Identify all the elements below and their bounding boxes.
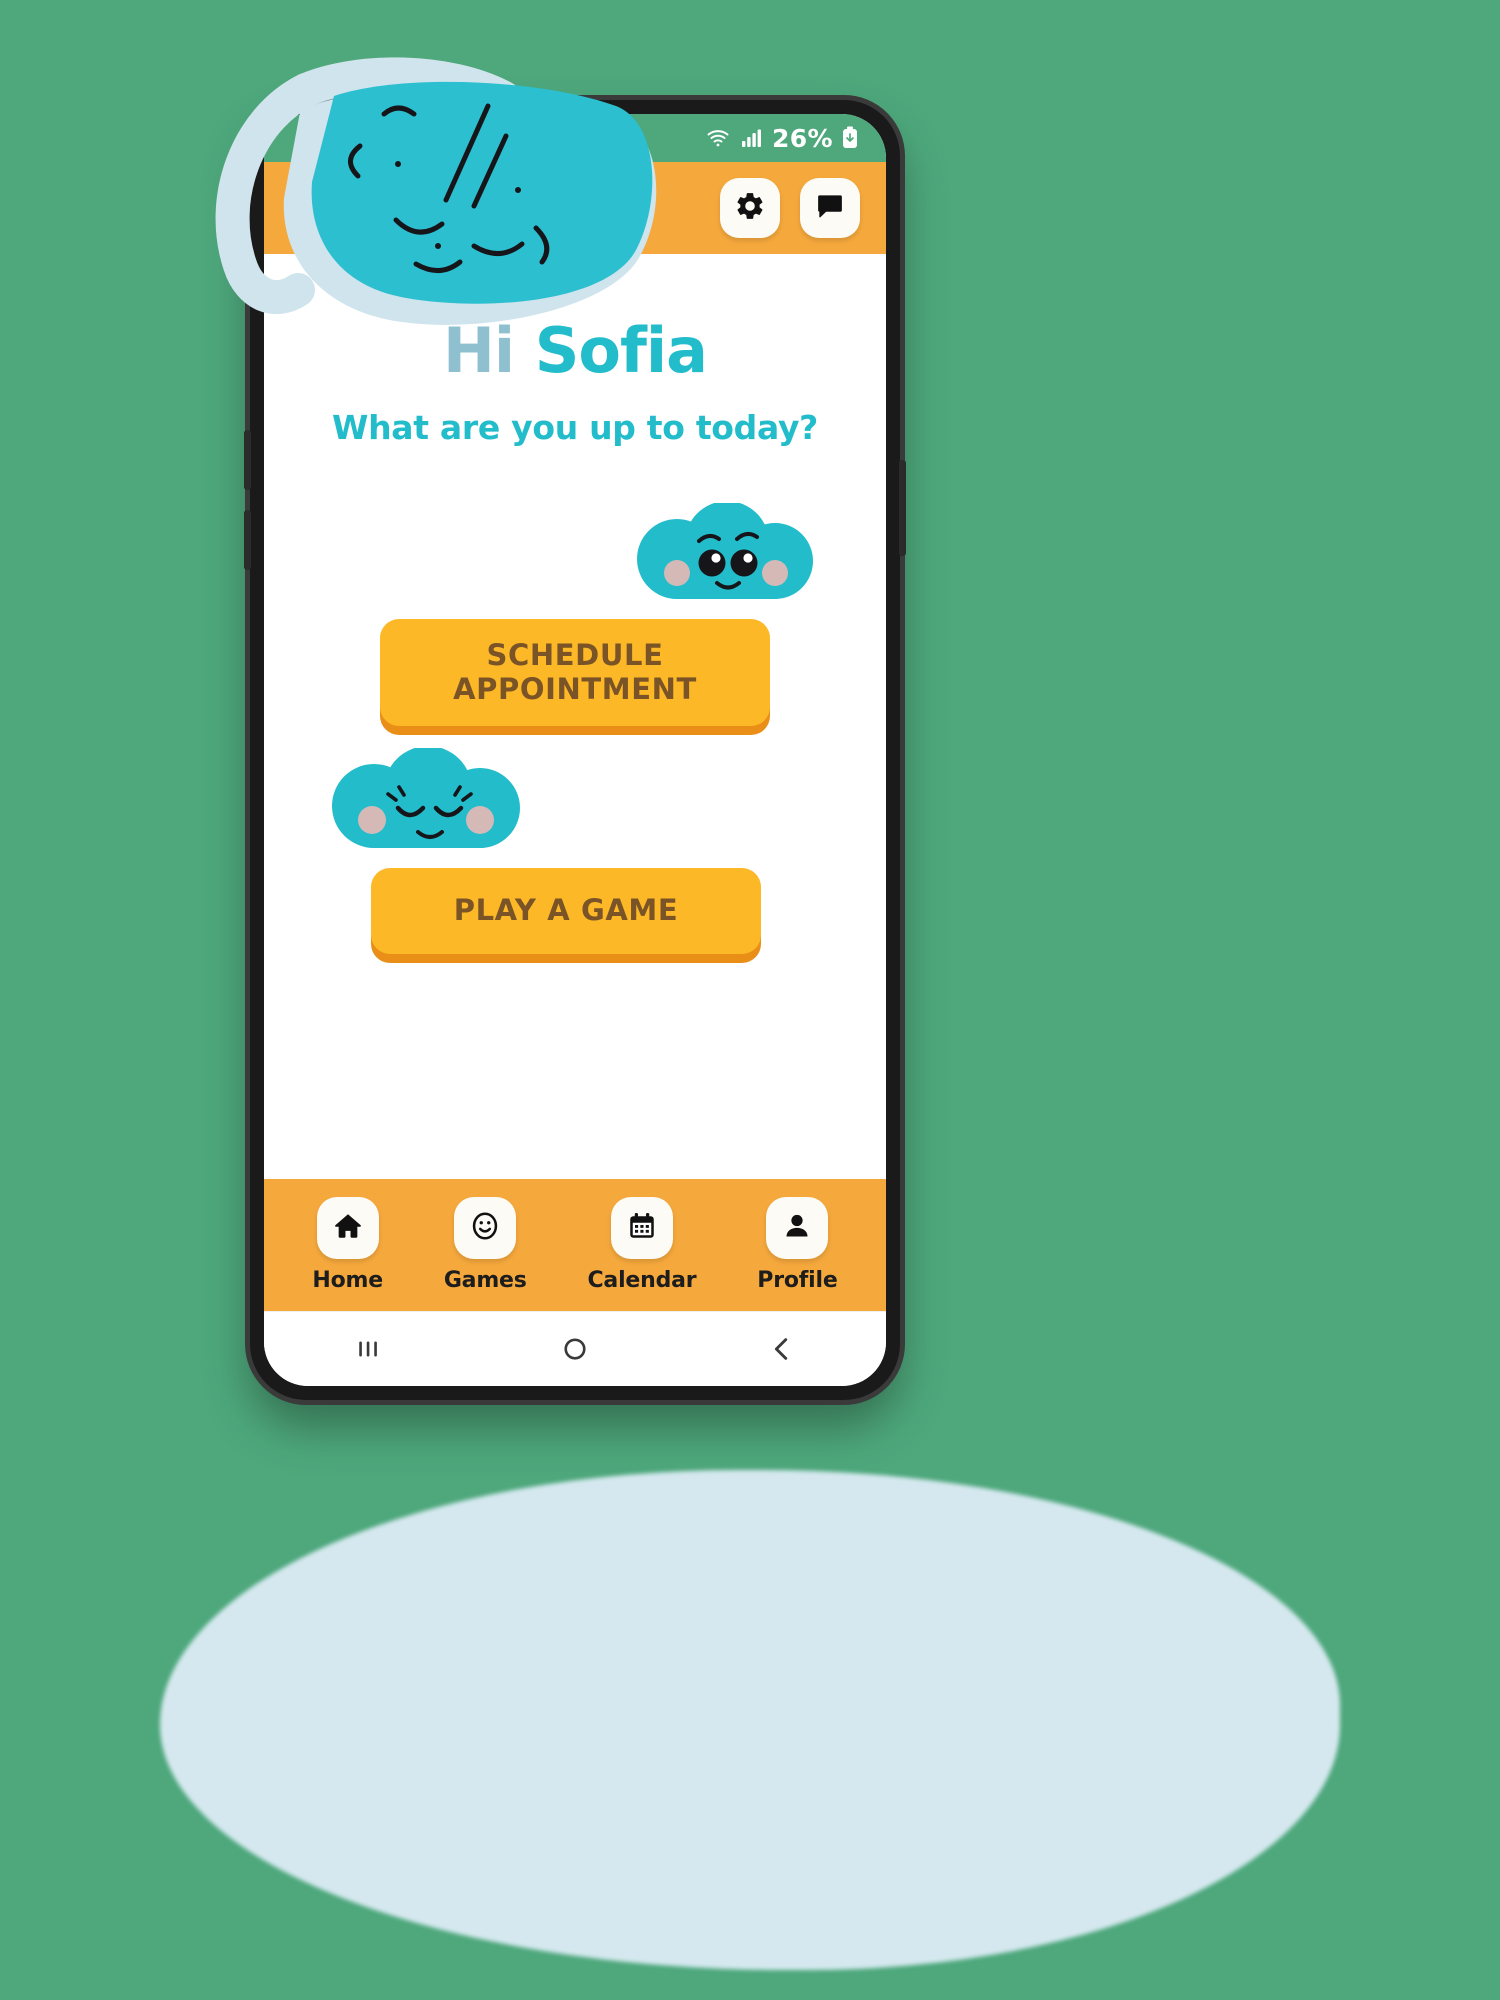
play-a-game-button[interactable]: PLAY A GAME bbox=[371, 868, 761, 954]
nav-item-games[interactable]: Games bbox=[444, 1197, 527, 1293]
settings-button[interactable] bbox=[720, 178, 780, 238]
nav-item-home[interactable]: Home bbox=[312, 1197, 383, 1293]
home-circle-icon[interactable] bbox=[560, 1334, 590, 1364]
home-content: Hi Sofia What are you up to today? SCHED… bbox=[264, 254, 886, 1179]
bottom-navigation: Home Games Calendar Profile bbox=[264, 1179, 886, 1311]
home-icon bbox=[332, 1210, 364, 1246]
wifi-icon bbox=[704, 126, 732, 150]
person-icon bbox=[782, 1211, 812, 1245]
phone-mockup: 26% Hi Sofia What are you up to today? S… bbox=[244, 100, 906, 1400]
volume-up-button[interactable] bbox=[244, 430, 251, 490]
smiley-icon bbox=[469, 1210, 501, 1246]
phone-shadow-blob bbox=[160, 1470, 1340, 1970]
cloud-mascot-awake-icon bbox=[615, 501, 833, 625]
greeting-prefix: Hi bbox=[442, 314, 515, 387]
play-game-section: PLAY A GAME bbox=[264, 746, 886, 954]
phone-screen: 26% Hi Sofia What are you up to today? S… bbox=[264, 114, 886, 1386]
nav-label-profile: Profile bbox=[757, 1268, 838, 1293]
nav-item-profile[interactable]: Profile bbox=[757, 1197, 838, 1293]
status-bar: 26% bbox=[264, 114, 886, 162]
recents-icon[interactable] bbox=[353, 1334, 383, 1364]
signal-icon bbox=[739, 126, 765, 150]
app-header bbox=[264, 162, 886, 254]
system-navigation-bar bbox=[264, 1311, 886, 1386]
greeting-name: Sofia bbox=[534, 314, 708, 387]
nav-label-home: Home bbox=[312, 1268, 383, 1293]
page-title: Hi Sofia bbox=[443, 320, 708, 382]
schedule-section: SCHEDULE APPOINTMENT bbox=[264, 501, 886, 727]
gear-icon bbox=[734, 190, 766, 226]
nav-label-games: Games bbox=[443, 1268, 527, 1293]
schedule-appointment-button[interactable]: SCHEDULE APPOINTMENT bbox=[380, 619, 770, 727]
chat-button[interactable] bbox=[800, 178, 860, 238]
camera-notch bbox=[567, 122, 583, 138]
nav-item-calendar[interactable]: Calendar bbox=[587, 1197, 697, 1293]
back-chevron-icon[interactable] bbox=[767, 1334, 797, 1364]
battery-icon bbox=[840, 126, 860, 150]
volume-down-button[interactable] bbox=[244, 510, 251, 570]
power-button[interactable] bbox=[899, 460, 906, 556]
chat-bubble-icon bbox=[815, 191, 845, 225]
page-root: 26% Hi Sofia What are you up to today? S… bbox=[0, 0, 1500, 2000]
page-subtitle: What are you up to today? bbox=[331, 408, 819, 447]
battery-percent-label: 26% bbox=[771, 123, 833, 153]
cloud-mascot-sleeping-icon bbox=[308, 746, 538, 872]
calendar-icon bbox=[627, 1211, 657, 1245]
nav-label-calendar: Calendar bbox=[587, 1268, 697, 1293]
